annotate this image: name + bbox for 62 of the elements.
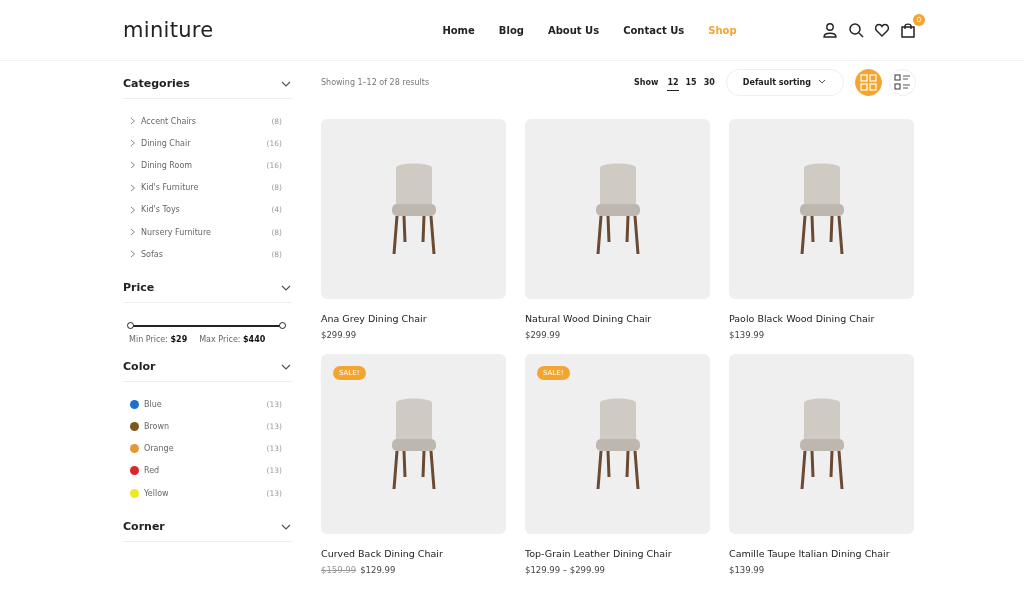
product-price: $129.99 [360, 565, 396, 575]
search-icon[interactable] [848, 22, 864, 38]
product-title-link[interactable]: Camille Taupe Italian Dining Chair [729, 548, 914, 559]
category-link[interactable]: Kid's Toys [141, 205, 180, 215]
category-link[interactable]: Kid's Furniture [141, 183, 199, 193]
product-price: $129.99 – $299.99 [525, 565, 605, 575]
section-title: Categories [123, 77, 190, 90]
category-link[interactable]: Dining Room [141, 160, 193, 170]
section-title: Corner [123, 520, 165, 534]
product-price: $299.99 [525, 330, 561, 340]
grid-icon [860, 73, 877, 91]
product-title-link[interactable]: Natural Wood Dining Chair [525, 313, 710, 324]
user-icon[interactable] [822, 22, 838, 38]
product-title-link[interactable]: Curved Back Dining Chair [321, 548, 506, 559]
nav-link[interactable]: Home [442, 24, 475, 36]
chevron-right-icon [130, 117, 136, 126]
caret-down-icon [817, 78, 827, 86]
category-link[interactable]: Dining Chair [141, 138, 191, 148]
min-price-text: Min Price: $29 [129, 335, 188, 345]
filter-section-header[interactable]: Price [123, 279, 292, 304]
filter-section-header[interactable]: Categories [123, 75, 292, 99]
color-filter-link[interactable]: Yellow [144, 488, 169, 498]
list-icon [894, 73, 911, 91]
logo[interactable]: miniture [123, 18, 323, 42]
max-price-text: Max Price: $440 [199, 335, 266, 345]
slider-handle[interactable] [127, 322, 134, 330]
results-count: Showing 1–12 of 28 results [321, 77, 430, 87]
nav-link[interactable]: Blog [498, 24, 524, 36]
chevron-right-icon [130, 228, 136, 237]
per-page-link[interactable]: 15 [685, 77, 697, 91]
chevron-right-icon [130, 205, 136, 214]
product-price: $299.99 [321, 330, 357, 340]
bag-icon[interactable] [900, 22, 916, 38]
show-label: Show [634, 77, 659, 87]
product-title-link[interactable]: Ana Grey Dining Chair [321, 313, 506, 324]
color-filter-link[interactable]: Orange [144, 444, 174, 454]
product-title-link[interactable]: Top-Grain Leather Dining Chair [525, 548, 710, 559]
chevron-right-icon [130, 250, 136, 259]
per-page-link[interactable]: 12 [667, 77, 679, 91]
section-title: Price [123, 281, 155, 295]
product-price: $139.99 [729, 565, 765, 575]
chevron-right-icon [130, 183, 136, 192]
category-link[interactable]: Nursery Furniture [141, 227, 211, 237]
per-page-link[interactable]: 30 [703, 77, 715, 91]
slider-handle[interactable] [279, 322, 286, 330]
product-price: $139.99 [729, 330, 765, 340]
view-list-button[interactable] [889, 68, 916, 96]
nav-link[interactable]: Contact Us [623, 24, 685, 36]
filter-section-header[interactable]: Color [123, 358, 292, 383]
section-title: Color [123, 360, 156, 374]
old-price: $159.99 [321, 565, 357, 575]
nav-link[interactable]: About Us [547, 24, 600, 36]
color-filter-link[interactable]: Brown [144, 422, 170, 432]
color-filter-link[interactable]: Blue [144, 399, 162, 409]
heart-icon[interactable] [874, 22, 890, 38]
chevron-right-icon [130, 139, 136, 148]
product-title-link[interactable]: Paolo Black Wood Dining Chair [729, 313, 914, 324]
color-filter-link[interactable]: Red [144, 466, 160, 476]
category-link[interactable]: Accent Chairs [141, 116, 197, 126]
filter-section-header[interactable]: Corner [123, 518, 292, 543]
category-link[interactable]: Sofas [141, 249, 163, 259]
chevron-right-icon [130, 161, 136, 170]
